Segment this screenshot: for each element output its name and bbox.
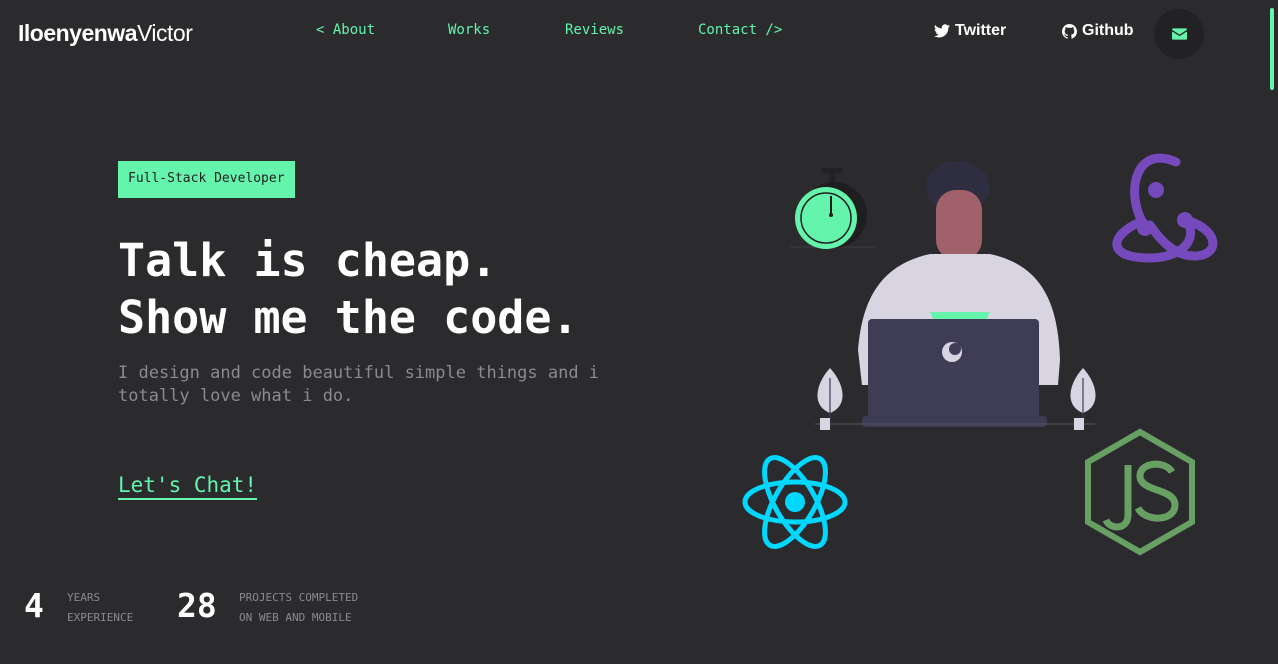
stopwatch-icon	[790, 168, 876, 249]
hero-illustration	[742, 153, 1218, 556]
redux-icon	[1112, 153, 1218, 263]
nodejs-icon	[1085, 428, 1195, 556]
